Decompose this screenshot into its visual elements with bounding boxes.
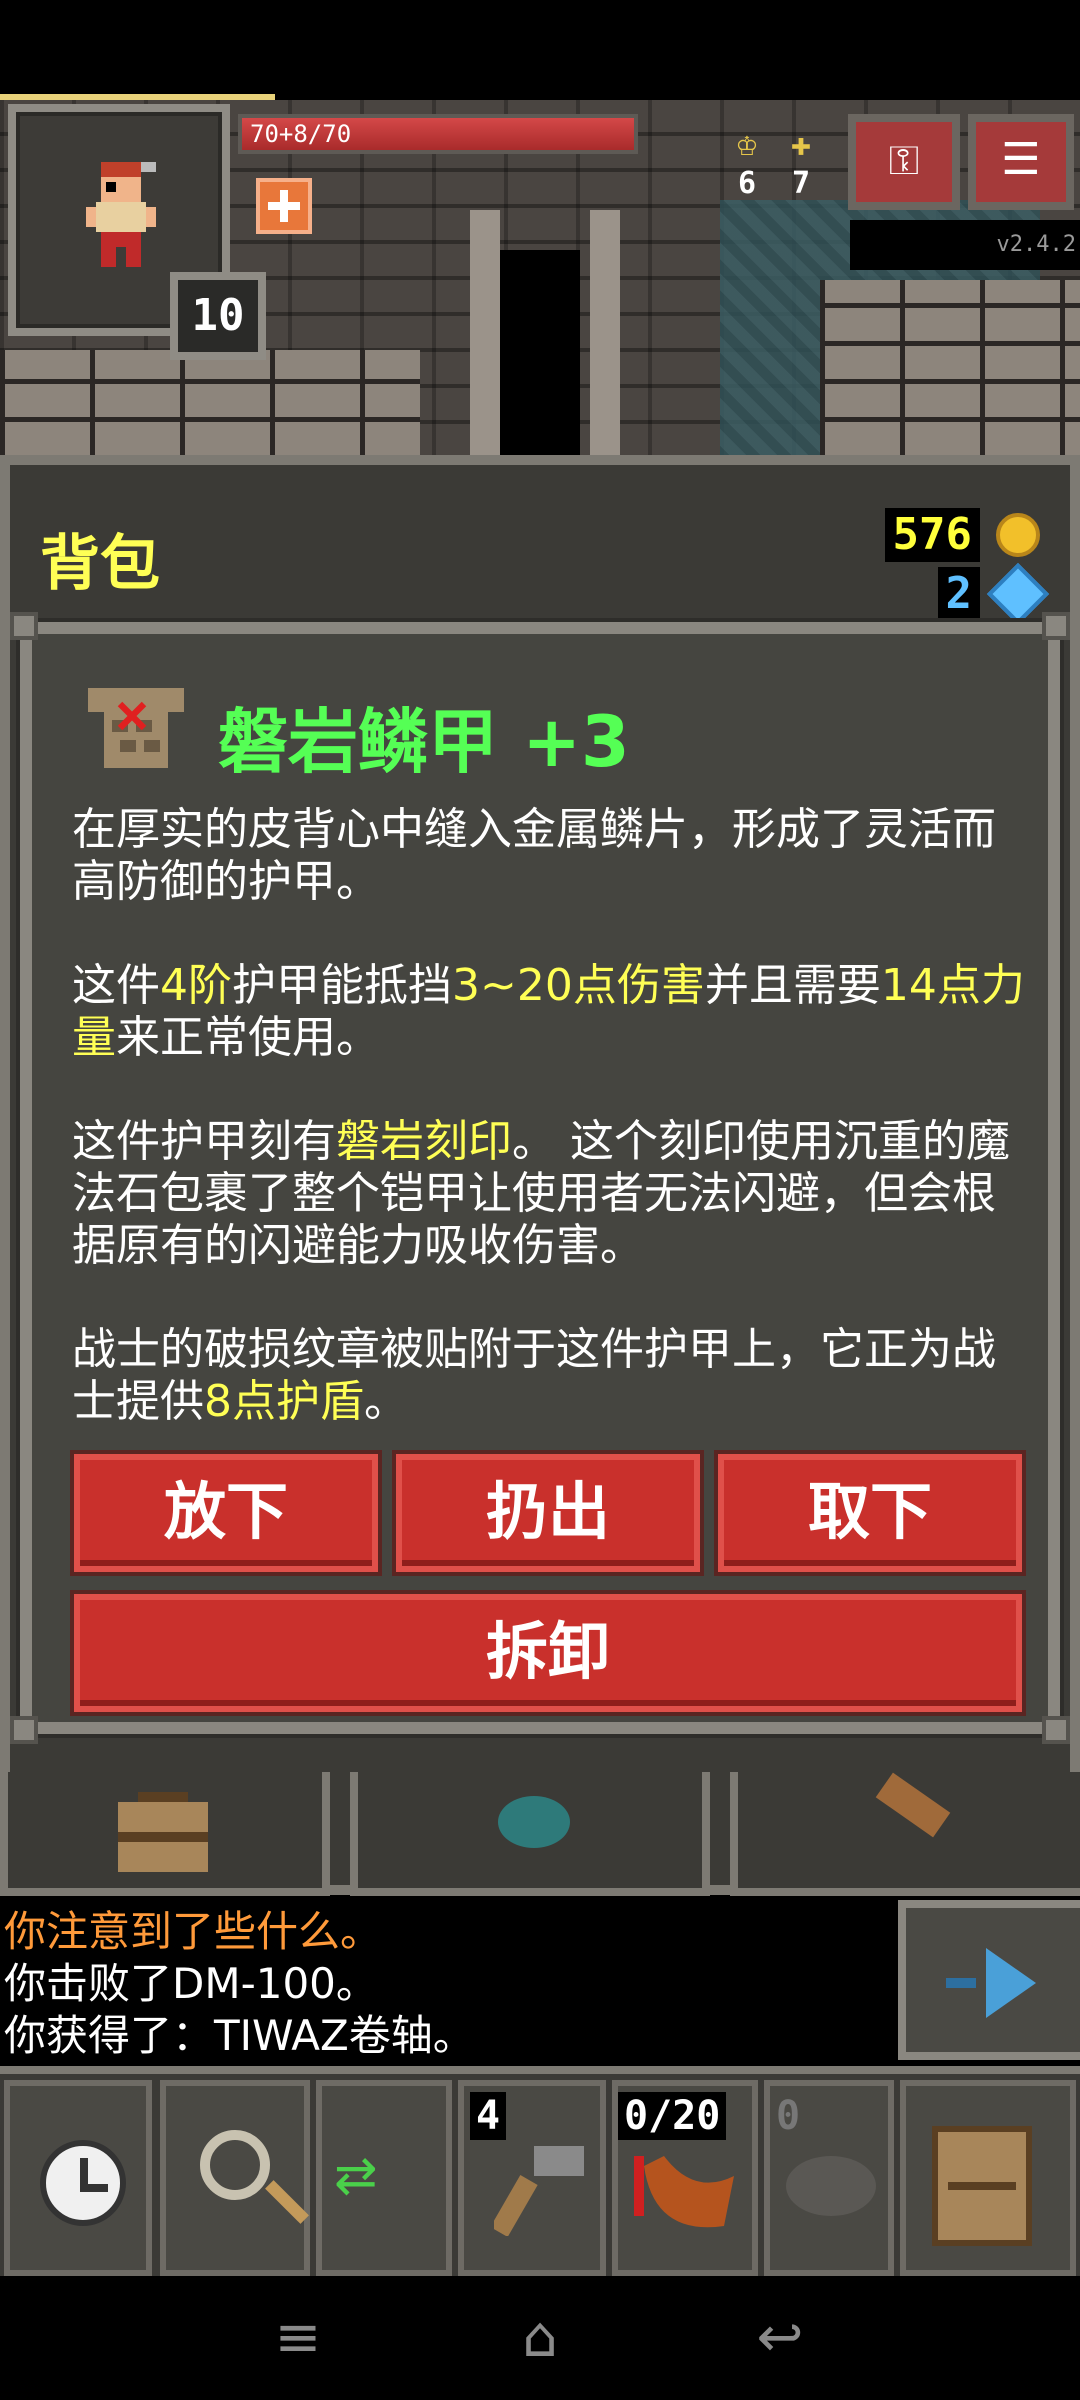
scale-armor-icon (88, 688, 184, 768)
backpack-button[interactable] (900, 2080, 1076, 2276)
hammer-icon (494, 2146, 584, 2236)
dungeon-wall-left (0, 350, 420, 460)
energy-crystal-counter: 2 (937, 562, 1050, 626)
hero-warrior-icon (86, 162, 156, 267)
top-bar (0, 0, 1080, 96)
backpack-title: 背包 (40, 529, 160, 599)
horn-of-plenty-icon (634, 2156, 734, 2228)
throw-button[interactable]: 扔出 (396, 1454, 700, 1572)
tab-main-bag[interactable] (0, 1772, 330, 1896)
gold-coin-icon (996, 513, 1040, 557)
log-line: 你获得了：TIWAZ卷轴。 (4, 2011, 475, 2060)
quickslot-3[interactable]: 0 (764, 2080, 894, 2276)
search-button[interactable] (160, 2080, 310, 2276)
gold-amount: 576 (884, 508, 980, 562)
quickslot-charge: 0/20 (618, 2092, 727, 2140)
gold-counter: 576 (884, 505, 1040, 565)
healing-buff-icon[interactable] (256, 178, 312, 234)
system-nav-bar: ≡ ⌂ ↩ (0, 2276, 1080, 2400)
version-label: v2.4.2 (850, 220, 1080, 270)
tab-scroll-holder[interactable] (730, 1772, 1080, 1896)
item-desc-glyph: 这件护甲刻有磐岩刻印。 这个刻印使用沉重的魔法石包裹了整个铠甲让使用者无法闪避，… (72, 1116, 1010, 1271)
dialog-corner (10, 1716, 38, 1744)
bag-icon (118, 1792, 208, 1872)
item-info-dialog: 磐岩鳞甲 +3 在厚实的皮背心中缝入金属鳞片，形成了灵活而高防御的护甲。 这件4… (10, 612, 1070, 1744)
backpack-tabs (0, 1772, 1080, 1902)
swap-icon: ⇄ (334, 2146, 378, 2206)
item-name: 磐岩鳞甲 +3 (218, 701, 630, 783)
dungeon-pit (500, 250, 580, 460)
crystal-amount: 2 (937, 567, 980, 621)
log-line: 你击败了DM-100。 (4, 1959, 378, 2008)
quickslot-count: 4 (470, 2092, 507, 2140)
drop-button[interactable]: 放下 (74, 1454, 378, 1572)
dungeon-wall-right (820, 280, 1080, 460)
quickslot-1[interactable]: 4 (458, 2080, 606, 2276)
dialog-corner (1042, 1716, 1070, 1744)
gold-key-icon: ✚ (790, 124, 812, 164)
disassemble-button[interactable]: 拆卸 (74, 1594, 1022, 1712)
clock-icon (40, 2140, 126, 2226)
energy-crystal-icon (986, 562, 1050, 626)
item-desc-seal: 战士的破损纹章被贴附于这件护甲上，它正为战士提供8点护盾。 (72, 1324, 996, 1427)
unequip-button[interactable]: 取下 (718, 1454, 1022, 1572)
scroll-holder-icon (875, 1772, 951, 1838)
arrow-right-icon (946, 1948, 1036, 2018)
journal-button[interactable]: ⚿ (848, 114, 960, 210)
menu-icon: ☰ (1001, 134, 1041, 185)
health-text: 70+8/70 (250, 120, 352, 148)
item-desc-stats: 这件4阶护甲能抵挡3~20点伤害并且需要14点力量来正常使用。 (72, 960, 1025, 1063)
hero-level-badge: 10 (170, 272, 266, 360)
iron-key-icon: ♔ (736, 124, 758, 164)
menu-button[interactable]: ☰ (968, 114, 1074, 210)
home-icon[interactable]: ⌂ (500, 2300, 580, 2376)
next-action-button[interactable] (898, 1900, 1080, 2060)
keys-journal-icon: ⚿ (888, 138, 920, 184)
item-desc-flavor: 在厚实的皮背心中缝入金属鳞片，形成了灵活而高防御的护甲。 (72, 804, 996, 907)
quickslot-count: 0 (776, 2093, 801, 2139)
magnifier-icon (200, 2130, 270, 2200)
dialog-corner (1042, 612, 1070, 640)
quickslot-2[interactable]: 0/20 (612, 2080, 758, 2276)
stone-icon (786, 2156, 876, 2216)
toolbar: ⇄ 4 0/20 0 (0, 2066, 1080, 2276)
health-bar: 70+8/70 (238, 114, 638, 154)
swap-quickslot-button[interactable]: ⇄ (316, 2080, 452, 2276)
wait-button[interactable] (4, 2080, 152, 2276)
pouch-icon (498, 1796, 570, 1848)
tab-seed-pouch[interactable] (350, 1772, 710, 1896)
back-icon[interactable]: ↩ (740, 2300, 820, 2376)
message-log: 你注意到了些什么。 你击败了DM-100。 你获得了：TIWAZ卷轴。 (4, 1906, 884, 2062)
gold-key-counter: ✚ 7 (776, 124, 826, 204)
log-line: 你注意到了些什么。 (4, 1907, 383, 1956)
iron-key-counter: ♔ 6 (722, 124, 772, 204)
recent-apps-icon[interactable]: ≡ (258, 2300, 338, 2376)
backpack-icon (932, 2126, 1032, 2246)
item-description: 在厚实的皮背心中缝入金属鳞片，形成了灵活而高防御的护甲。 这件4阶护甲能抵挡3~… (72, 804, 1032, 1480)
dialog-corner (10, 612, 38, 640)
